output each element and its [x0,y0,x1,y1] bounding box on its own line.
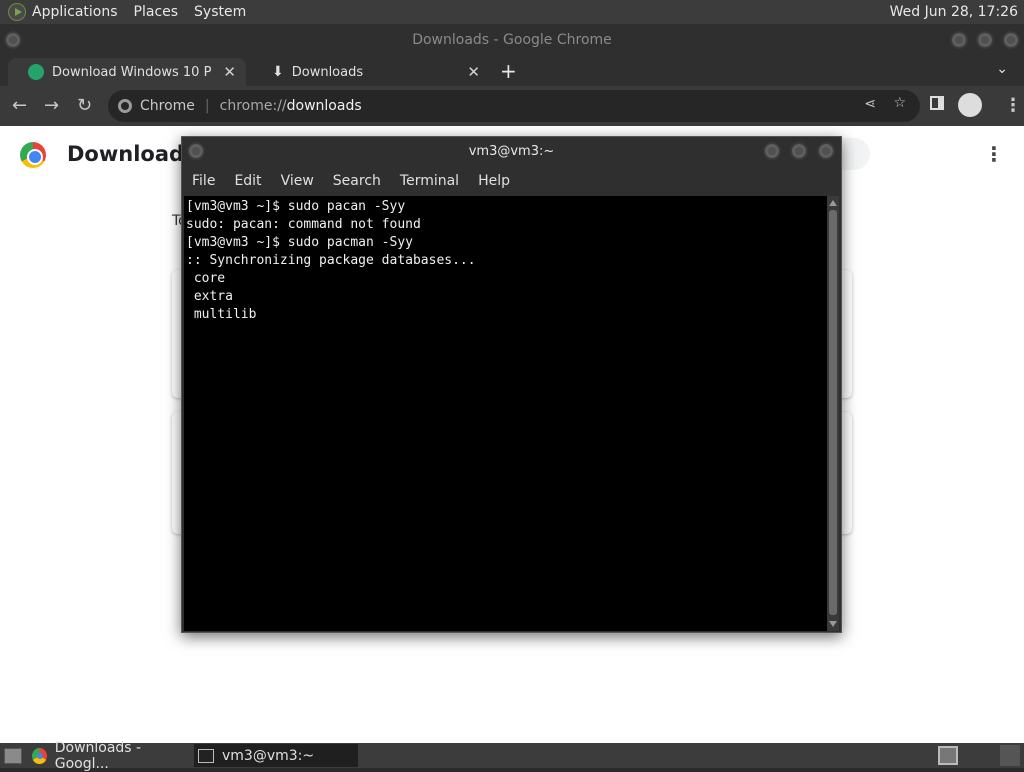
tab-download-windows[interactable]: Download Windows 10 Pro Lite ✕ [8,58,246,86]
show-desktop-icon[interactable] [4,747,22,764]
chrome-logo-icon [20,142,46,168]
terminal-line: extra [186,289,233,304]
terminal-title-bar[interactable]: vm3@vm3:~ [182,137,841,167]
menu-search[interactable]: Search [333,173,381,189]
terminal-icon [198,748,214,763]
share-icon[interactable]: ⋖ [864,96,876,112]
scrollbar-thumb[interactable] [829,210,837,615]
maximize-button[interactable] [790,142,808,160]
chrome-title-bar[interactable]: Downloads - Google Chrome [0,24,1024,56]
profile-avatar-icon[interactable] [958,93,982,117]
url-scheme: chrome:// [219,98,287,114]
tab-search-chevron-icon[interactable]: ⌄ [996,61,1008,77]
url-host: downloads [286,98,362,114]
terminal-line: core [186,271,226,286]
site-label: Chrome [140,98,195,114]
scroll-up-icon[interactable] [829,200,837,206]
minimize-button[interactable] [763,142,781,160]
terminal-scrollbar[interactable] [827,196,839,631]
tab-downloads[interactable]: ⬇ Downloads ✕ [252,58,490,86]
terminal-line: [vm3@vm3 ~]$ sudo pacan -Syy [186,199,406,214]
menu-terminal[interactable]: Terminal [400,173,459,189]
scroll-down-icon[interactable] [829,621,837,627]
menu-file[interactable]: File [192,173,215,189]
terminal-line: sudo: pacan: command not found [186,217,421,232]
close-button[interactable] [817,142,835,160]
more-actions-icon[interactable]: ⋮ [984,142,1004,166]
terminal-line: multilib [186,307,257,322]
window-menu-button[interactable] [4,31,22,49]
top-panel: Applications Places System Wed Jun 28, 1… [0,0,1024,24]
taskbar-item-chrome[interactable]: Downloads - Googl... [28,740,188,772]
panel-menu-applications[interactable]: Applications [32,4,118,20]
terminal-title: vm3@vm3:~ [468,144,555,159]
terminal-menu-bar: File Edit View Search Terminal Help [182,167,841,195]
window-menu-button[interactable] [187,142,205,160]
close-button[interactable] [1002,31,1020,49]
minimize-button[interactable] [950,31,968,49]
trash-icon[interactable] [1000,745,1020,766]
chrome-menu-icon[interactable]: ⋮ [1004,95,1022,116]
maximize-button[interactable] [976,31,994,49]
tab-label: Download Windows 10 Pro Lite [52,64,212,80]
bookmark-star-icon[interactable]: ☆ [893,95,906,111]
separator: | [204,98,210,114]
tab-label: Downloads [291,64,364,80]
workspace-switcher-icon[interactable] [938,746,958,765]
menu-view[interactable]: View [281,173,314,189]
new-tab-icon[interactable]: + [500,59,517,83]
chrome-icon [118,99,132,113]
close-tab-icon[interactable]: ✕ [467,63,480,81]
reload-icon[interactable]: ↻ [77,95,92,116]
browser-toolbar: ← → ↻ Chrome | chrome://downloads ⋖ ☆ ⋮ [0,86,1024,126]
distro-logo-icon[interactable] [8,3,26,21]
panel-menu-system[interactable]: System [194,4,246,20]
terminal-line: :: Synchronizing package databases... [186,253,476,268]
tab-strip: Download Windows 10 Pro Lite ✕ ⬇ Downloa… [0,56,1024,86]
page-title: Downloads [67,142,197,166]
taskbar-item-terminal[interactable]: vm3@vm3:~ [194,744,358,767]
terminal-output[interactable]: [vm3@vm3 ~]$ sudo pacan -Syy sudo: pacan:… [184,196,827,631]
close-tab-icon[interactable]: ✕ [223,63,236,81]
menu-edit[interactable]: Edit [234,173,261,189]
side-panel-icon[interactable] [930,96,944,110]
panel-clock[interactable]: Wed Jun 28, 17:26 [890,4,1018,20]
back-icon[interactable]: ← [12,95,27,116]
task-label: Downloads - Googl... [54,739,142,772]
task-label: vm3@vm3:~ [222,747,315,764]
download-icon: ⬇ [272,64,284,80]
forward-icon[interactable]: → [44,95,59,116]
terminal-line: [vm3@vm3 ~]$ sudo pacman -Syy [186,235,413,250]
panel-menu-places[interactable]: Places [134,4,179,20]
menu-help[interactable]: Help [478,173,510,189]
bottom-taskbar: Downloads - Googl... vm3@vm3:~ [0,740,1024,772]
chrome-window-title: Downloads - Google Chrome [412,32,612,48]
site-favicon-icon [28,64,44,80]
chrome-icon [32,747,47,764]
address-bar[interactable]: Chrome | chrome://downloads ⋖ ☆ [108,90,920,122]
terminal-window: vm3@vm3:~ File Edit View Search Terminal… [181,136,842,633]
